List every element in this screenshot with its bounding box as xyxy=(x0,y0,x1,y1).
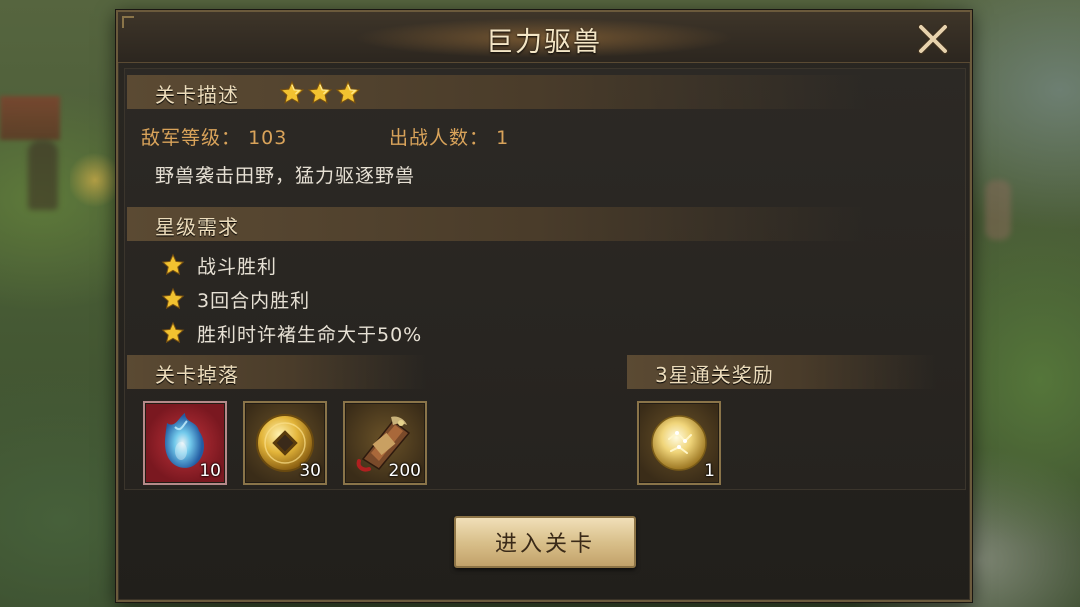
enemy-level-label: 敌军等级： xyxy=(141,127,242,149)
item-count: 30 xyxy=(299,461,321,481)
section-header-drops: 关卡掉落 xyxy=(127,355,427,389)
section-header-description: 关卡描述 xyxy=(127,75,867,109)
requirement-item: 战斗胜利 xyxy=(161,250,277,280)
background-glow xyxy=(70,150,120,210)
enter-stage-button[interactable]: 进入关卡 xyxy=(454,516,636,568)
section-title: 关卡描述 xyxy=(155,83,239,107)
background-figure-right xyxy=(985,180,1011,240)
enemy-level-value: 103 xyxy=(248,127,288,149)
background-building xyxy=(0,96,60,140)
item-count: 200 xyxy=(388,461,421,481)
dialog-content: 关卡描述 敌军等级： 103 出战人数： 1 野兽袭击田野，猛力驱逐野兽 星级需… xyxy=(124,68,966,490)
drop-item-slot[interactable]: 200 xyxy=(343,401,427,485)
close-x-icon xyxy=(917,23,949,55)
star-icon xyxy=(161,253,185,276)
stage-dialog: 巨力驱兽 关卡描述 敌军等级： 103 出战人数： 1 野兽袭击田野，猛力驱逐野 xyxy=(116,10,972,602)
reward-item-slot[interactable]: 1 xyxy=(637,401,721,485)
stage-stars xyxy=(279,80,361,106)
requirement-label: 胜利时许褚生命大于50% xyxy=(197,323,423,346)
stage-description-text: 野兽袭击田野，猛力驱逐野兽 xyxy=(155,165,416,187)
requirement-label: 战斗胜利 xyxy=(197,255,278,278)
close-button[interactable] xyxy=(910,18,956,60)
section-title: 星级需求 xyxy=(155,215,239,239)
star-icon xyxy=(161,321,185,344)
title-bar: 巨力驱兽 xyxy=(118,12,970,63)
enemy-level: 敌军等级： 103 xyxy=(141,123,287,150)
section-header-reward: 3星通关奖励 xyxy=(627,355,937,389)
battle-count: 出战人数： 1 xyxy=(389,123,509,150)
section-title: 关卡掉落 xyxy=(155,363,239,387)
section-title: 3星通关奖励 xyxy=(655,363,774,387)
item-count: 10 xyxy=(199,461,221,481)
requirement-item: 胜利时许褚生命大于50% xyxy=(161,318,422,348)
background-figure xyxy=(28,140,58,210)
battle-count-value: 1 xyxy=(496,127,510,149)
drop-item-slot[interactable]: 10 xyxy=(143,401,227,485)
requirement-item: 3回合内胜利 xyxy=(161,284,310,314)
star-icon xyxy=(307,80,333,104)
enter-stage-label: 进入关卡 xyxy=(494,532,595,557)
battle-count-label: 出战人数： xyxy=(389,127,490,149)
star-icon xyxy=(335,80,361,104)
item-count: 1 xyxy=(704,461,715,481)
star-icon xyxy=(279,80,305,104)
drop-item-slot[interactable]: 30 xyxy=(243,401,327,485)
section-header-requirements: 星级需求 xyxy=(127,207,867,241)
requirement-label: 3回合内胜利 xyxy=(197,289,311,312)
dialog-title: 巨力驱兽 xyxy=(486,27,602,58)
star-icon xyxy=(161,287,185,310)
